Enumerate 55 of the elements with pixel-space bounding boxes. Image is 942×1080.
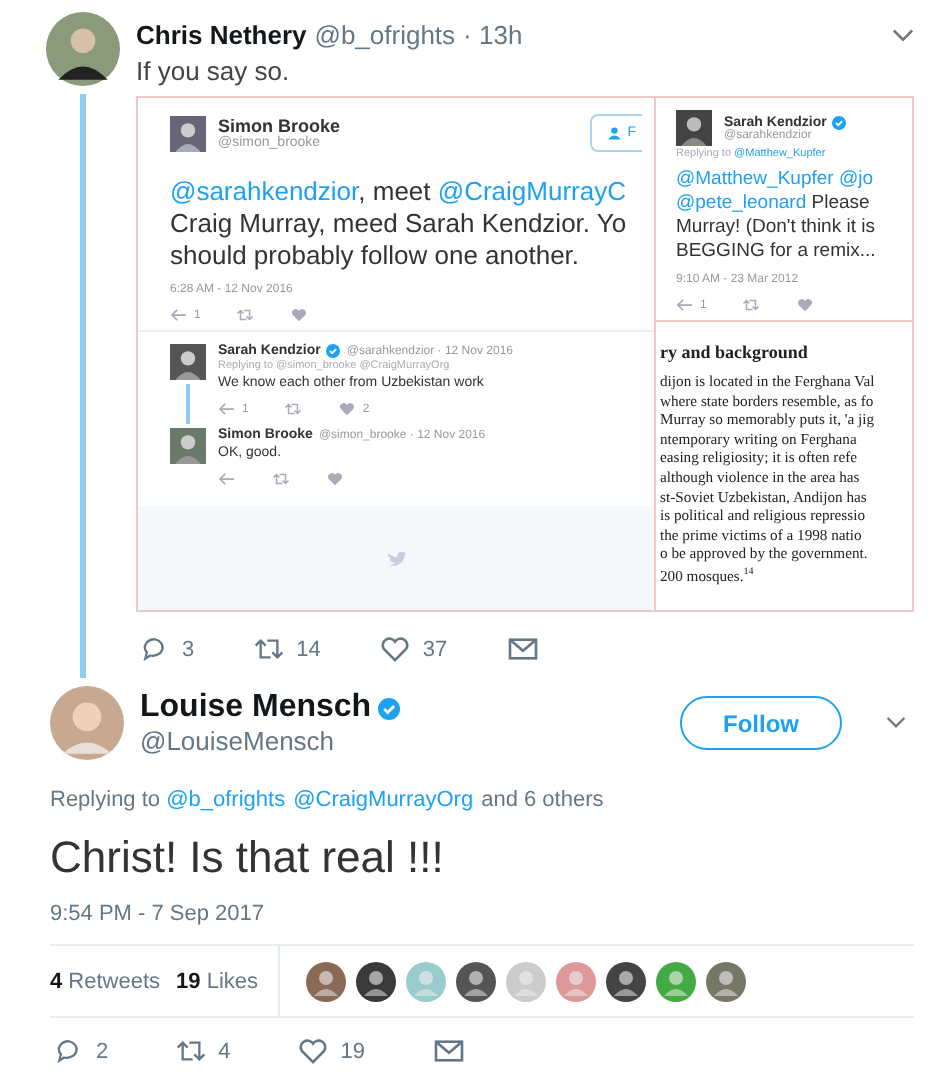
reply-button[interactable]: 2 [54,1038,109,1064]
tweet-text: If you say so. [136,56,292,86]
reply-icon [170,308,188,322]
retweet-icon [742,298,761,312]
heart-icon [326,472,344,486]
avatar[interactable] [456,961,497,1001]
like-count[interactable]: 19 Likes [176,969,259,993]
avatar [170,115,206,151]
tweet-date[interactable]: 9:54 PM - 7 Sep 2017 [50,902,914,946]
retweet-icon [254,636,285,662]
bird-icon [385,549,407,567]
retweet-button[interactable]: 4 [176,1038,231,1064]
reply-icon [54,1038,84,1064]
reply-button[interactable]: 3 [140,636,195,662]
like-button[interactable]: 37 [380,636,448,662]
retweet-icon [236,308,255,322]
like-button[interactable]: 19 [298,1038,365,1064]
retweet-icon [272,472,290,486]
heart-icon [290,308,309,322]
avatar[interactable] [606,961,647,1001]
tweet-text: Christ! Is that real !!! [50,832,446,884]
chevron-icon[interactable] [886,716,906,730]
avatar[interactable] [46,12,120,86]
chevron-icon[interactable] [892,27,914,43]
author-handle[interactable]: @LouiseMensch [140,726,400,756]
avatar [170,344,206,380]
retweet-count[interactable]: 4 Retweets [50,969,161,993]
heart-icon [338,402,357,416]
author-name[interactable]: Chris Nethery [136,20,307,50]
thread-line [186,384,190,424]
retweet-button[interactable]: 14 [254,636,321,662]
heart-icon [380,636,411,662]
author-name: Simon Brooke [218,116,341,136]
message-icon[interactable] [433,1038,463,1064]
retweet-icon [176,1038,207,1064]
reply-icon [218,402,236,416]
author-handle[interactable]: @b_ofrights [314,20,456,50]
tweet-time[interactable]: · 13h [463,20,523,50]
heart-icon [796,298,815,312]
replying-to: Replying to @b_ofrights @CraigMurrayOrg and 6 others [50,788,606,812]
tweet-text: @sarahkendzior, meet @CraigMurrayC Craig Murray, meed Sarah Kendzior. Yo should probably follow one another. [170,176,629,272]
heart-icon [298,1038,329,1064]
author-name[interactable]: Louise Mensch [140,690,372,726]
document-heading: ry and background [660,342,810,362]
person-icon [607,126,624,140]
avatar [676,110,712,146]
avatar [170,428,206,464]
avatar[interactable] [356,961,397,1001]
reply-icon [676,298,694,312]
tweet-text: @Matthew_Kupfer @jo @pete_leonard Please Murray! (Don't think it is BEGGING for a remix... [676,168,878,264]
retweet-icon [284,402,303,416]
reply-icon [218,472,236,486]
reply-icon [140,636,170,662]
message-icon[interactable] [507,636,538,662]
follow-button[interactable]: Follow [680,696,842,750]
